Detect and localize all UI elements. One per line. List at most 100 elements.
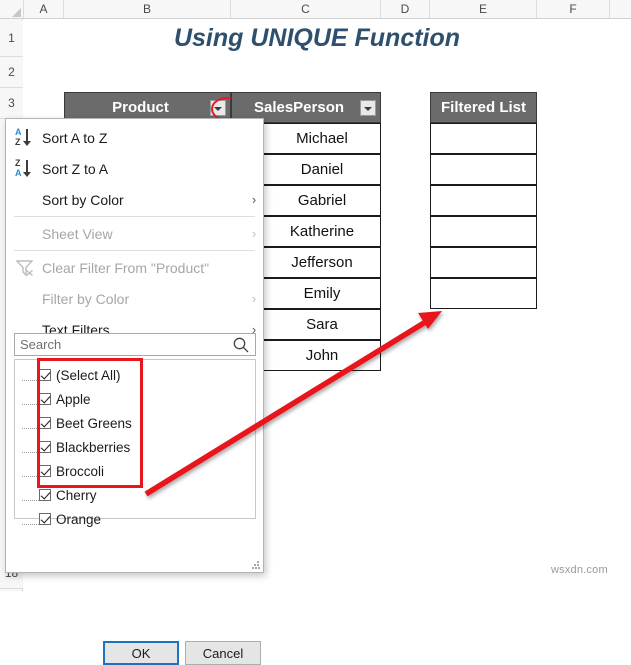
clear-filter-icon: [12, 256, 40, 280]
column-header-strip: A B C D E F: [0, 0, 631, 19]
filtered-list-column-header: Filtered List: [430, 92, 537, 123]
filter-checkbox-label: Cherry: [56, 487, 97, 503]
tree-connector-icon: [22, 369, 39, 381]
menu-item-sheet-view[interactable]: Sheet View ›: [6, 218, 263, 249]
menu-item-filter-by-color[interactable]: Filter by Color ›: [6, 283, 263, 314]
tree-connector-icon: [22, 417, 39, 429]
sort-a-to-z-icon: A Z: [12, 126, 40, 150]
chevron-right-icon: ›: [251, 226, 257, 241]
salesperson-cell[interactable]: Sara: [263, 309, 381, 340]
menu-item-clear-filter[interactable]: Clear Filter From "Product": [6, 252, 263, 283]
column-header-g[interactable]: [610, 0, 631, 18]
filter-checkbox-row-blackberries[interactable]: Blackberries: [15, 435, 255, 459]
spreadsheet-grid: A B C D E F 1 2 3 18 Using UNIQUE Functi…: [0, 0, 631, 665]
filter-checkbox-label: Blackberries: [56, 439, 131, 455]
menu-item-sort-by-color[interactable]: Sort by Color ›: [6, 184, 263, 215]
menu-item-label: Sort by Color: [42, 191, 124, 208]
column-header-b[interactable]: B: [64, 0, 231, 18]
filtered-list-cell[interactable]: [430, 216, 537, 247]
sort-z-to-a-icon: Z A: [12, 157, 40, 181]
filter-checkbox-label: (Select All): [56, 367, 121, 383]
filter-checkbox-label: Beet Greens: [56, 415, 132, 431]
watermark: wsxdn.com: [551, 564, 608, 576]
tree-connector-icon: [22, 489, 39, 501]
column-header-a[interactable]: A: [24, 0, 64, 18]
menu-divider: [14, 216, 255, 217]
salesperson-cell[interactable]: Gabriel: [263, 185, 381, 216]
funnel-x-icon: [16, 259, 34, 277]
filter-checkbox-row-broccoli[interactable]: Broccoli: [15, 459, 255, 483]
ok-button[interactable]: OK: [103, 641, 179, 665]
menu-item-label: Clear Filter From "Product": [42, 259, 210, 276]
tree-connector-icon: [22, 393, 39, 405]
search-icon: [233, 337, 249, 352]
filter-checkbox-row-orange[interactable]: Orange: [15, 507, 255, 531]
row-header-2[interactable]: 2: [0, 57, 23, 88]
tree-connector-icon: [22, 513, 39, 525]
filter-checkbox-row-select-all[interactable]: (Select All): [15, 363, 255, 387]
salesperson-cell[interactable]: Jefferson: [263, 247, 381, 278]
filtered-list-header-label: Filtered List: [440, 99, 526, 116]
filtered-list-cell[interactable]: [430, 278, 537, 309]
salesperson-cell[interactable]: John: [263, 340, 381, 371]
no-icon: [12, 222, 40, 246]
checkbox-icon[interactable]: [39, 417, 51, 429]
column-header-c[interactable]: C: [231, 0, 381, 18]
column-header-f[interactable]: F: [537, 0, 610, 18]
checkbox-icon[interactable]: [39, 441, 51, 453]
menu-item-label: Sort Z to A: [42, 160, 109, 177]
filtered-list-cell[interactable]: [430, 247, 537, 278]
menu-item-sort-a-to-z[interactable]: A Z Sort A to Z: [6, 122, 263, 153]
filter-checkbox-row-beet-greens[interactable]: Beet Greens: [15, 411, 255, 435]
checkbox-icon[interactable]: [39, 489, 51, 501]
search-input[interactable]: [15, 337, 231, 352]
salesperson-cell[interactable]: Michael: [263, 123, 381, 154]
filter-checkbox-row-apple[interactable]: Apple: [15, 387, 255, 411]
filter-search-box[interactable]: [14, 333, 256, 356]
filter-checkbox-row-cherry[interactable]: Cherry: [15, 483, 255, 507]
page-title: Using UNIQUE Function: [173, 24, 461, 52]
row-header-3[interactable]: 3: [0, 88, 23, 119]
column-header-e[interactable]: E: [430, 0, 537, 18]
column-header-d[interactable]: D: [381, 0, 430, 18]
menu-item-label: Filter by Color: [42, 290, 130, 307]
product-filter-dropdown-button[interactable]: [210, 99, 226, 116]
filtered-list-cell[interactable]: [430, 154, 537, 185]
filter-value-list[interactable]: (Select All) Apple Beet Greens Blackberr…: [14, 359, 256, 527]
checkbox-icon[interactable]: [39, 393, 51, 405]
salesperson-cell[interactable]: Emily: [263, 278, 381, 309]
chevron-down-icon: [214, 106, 222, 111]
no-icon: [12, 188, 40, 212]
checkbox-icon[interactable]: [39, 369, 51, 381]
salesperson-filter-dropdown-button[interactable]: [360, 99, 376, 116]
filter-checkbox-label: Orange: [56, 511, 102, 527]
menu-item-label: Sheet View: [42, 225, 113, 242]
product-header-label: Product: [112, 99, 169, 116]
cancel-button-label: Cancel: [202, 645, 244, 661]
menu-item-label: Sort A to Z: [42, 129, 108, 146]
filtered-list-cell[interactable]: [430, 185, 537, 216]
menu-item-sort-z-to-a[interactable]: Z A Sort Z to A: [6, 153, 263, 184]
ok-button-label: OK: [131, 645, 151, 661]
cancel-button[interactable]: Cancel: [185, 641, 261, 665]
select-all-triangle-icon: [12, 8, 21, 17]
tree-connector-icon: [22, 465, 39, 477]
filtered-list-cell[interactable]: [430, 123, 537, 154]
tree-connector-icon: [22, 441, 39, 453]
menu-divider: [14, 250, 255, 251]
checkbox-icon[interactable]: [39, 513, 51, 525]
chevron-down-icon: [364, 106, 372, 111]
chevron-right-icon: ›: [251, 291, 257, 306]
select-all-corner[interactable]: [0, 0, 24, 18]
row-header-1[interactable]: 1: [0, 20, 23, 57]
salesperson-cell[interactable]: Daniel: [263, 154, 381, 185]
salesperson-cell[interactable]: Katherine: [263, 216, 381, 247]
checkbox-icon[interactable]: [39, 465, 51, 477]
filter-checkbox-label: Broccoli: [56, 463, 105, 479]
no-icon: [12, 287, 40, 311]
resize-grip-icon[interactable]: [252, 561, 260, 569]
salesperson-header-label: SalesPerson: [253, 99, 345, 116]
filter-checkbox-label: Apple: [56, 391, 91, 407]
chevron-right-icon: ›: [251, 192, 257, 207]
autofilter-dropdown-panel: A Z Sort A to Z Z A Sort Z to A Sort by …: [5, 118, 264, 665]
